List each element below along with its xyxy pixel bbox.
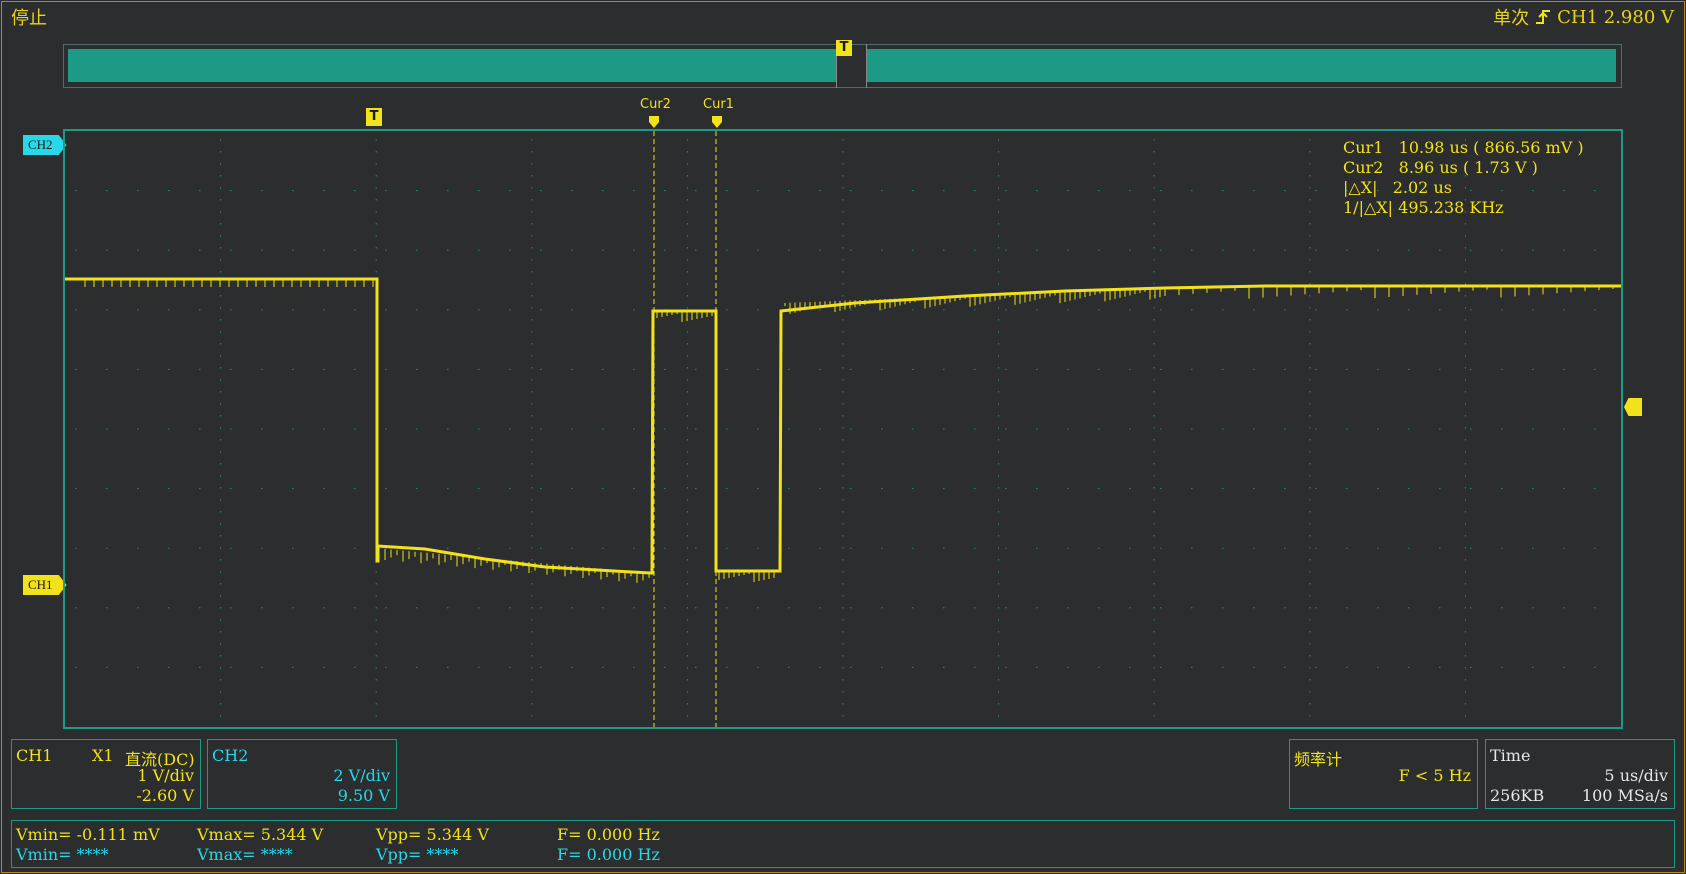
- time-scale: 5 us/div: [1604, 766, 1668, 785]
- memory-depth: 256KB: [1490, 786, 1545, 805]
- ch1-waveform: [65, 277, 1621, 575]
- time-panel-title: Time: [1490, 746, 1531, 765]
- trigger-position-marker[interactable]: T: [366, 108, 382, 126]
- measurement-panel[interactable]: Vmin= -0.111 mV Vmax= 5.344 V Vpp= 5.344…: [11, 820, 1675, 868]
- overview-waveform-left: [68, 49, 836, 82]
- delta-x-readout: |△X| 2.02 us: [1343, 178, 1452, 197]
- cur2-marker-label[interactable]: Cur2: [640, 97, 671, 112]
- ch2-settings-panel[interactable]: CH2 2 V/div 9.50 V: [207, 739, 397, 809]
- ch1-vmin: Vmin= -0.111 mV: [16, 825, 160, 844]
- ch2-vmin: Vmin= ****: [16, 845, 109, 864]
- ch1-vmax: Vmax= 5.344 V: [197, 825, 324, 844]
- overview-waveform-right: [867, 49, 1616, 82]
- overview-trigger-marker: T: [836, 40, 852, 56]
- ch1-offset: -2.60 V: [136, 786, 194, 805]
- ch2-vpp: Vpp= ****: [376, 845, 459, 864]
- ch1-settings-panel[interactable]: CH1 X1 直流(DC) 1 V/div -2.60 V: [11, 739, 201, 809]
- cur1-marker-icon[interactable]: [711, 116, 723, 128]
- cur1-readout: Cur1 10.98 us ( 866.56 mV ): [1343, 138, 1584, 157]
- frequency-counter-panel[interactable]: 频率计 F < 5 Hz: [1289, 739, 1478, 809]
- graticule: [75, 139, 1596, 717]
- ch2-vmax: Vmax= ****: [197, 845, 293, 864]
- cur1-marker-label[interactable]: Cur1: [703, 97, 734, 112]
- trigger-edge-icon: [1536, 10, 1551, 24]
- ch1-scale: 1 V/div: [137, 766, 194, 785]
- cur2-marker-icon[interactable]: [648, 116, 660, 128]
- timebase-panel[interactable]: Time 5 us/div 256KB 100 MSa/s: [1485, 739, 1675, 809]
- waveform-canvas: [65, 131, 1621, 727]
- trigger-level-marker[interactable]: [1624, 398, 1642, 416]
- ch1-freq: F= 0.000 Hz: [557, 825, 660, 844]
- ch1-offset-marker[interactable]: CH1: [23, 575, 67, 595]
- freq-panel-title: 频率计: [1294, 750, 1343, 769]
- ch1-probe: X1: [92, 746, 114, 765]
- cur2-readout: Cur2 8.96 us ( 1.73 V ): [1343, 158, 1538, 177]
- ch1-vpp: Vpp= 5.344 V: [376, 825, 489, 844]
- sample-rate: 100 MSa/s: [1581, 786, 1668, 805]
- acquire-mode-label: 单次: [1493, 8, 1530, 29]
- ch2-scale: 2 V/div: [333, 766, 390, 785]
- waveform-display[interactable]: [63, 129, 1623, 729]
- ch2-offset-marker[interactable]: CH2: [23, 135, 67, 155]
- freq-value: F < 5 Hz: [1398, 766, 1471, 785]
- ch2-freq: F= 0.000 Hz: [557, 845, 660, 864]
- ch1-panel-name: CH1: [16, 746, 53, 765]
- inverse-delta-x-readout: 1/|△X| 495.238 KHz: [1343, 198, 1504, 217]
- ch1-noise: [84, 279, 1614, 583]
- run-state-label: 停止: [11, 8, 47, 29]
- cursor-readout: Cur1 10.98 us ( 866.56 mV ) Cur2 8.96 us…: [1343, 138, 1584, 218]
- ch2-offset: 9.50 V: [337, 786, 390, 805]
- ch2-panel-name: CH2: [212, 746, 249, 765]
- trigger-source-label: CH1 2.980 V: [1557, 6, 1674, 28]
- trigger-status: 单次 CH1 2.980 V: [1493, 4, 1674, 30]
